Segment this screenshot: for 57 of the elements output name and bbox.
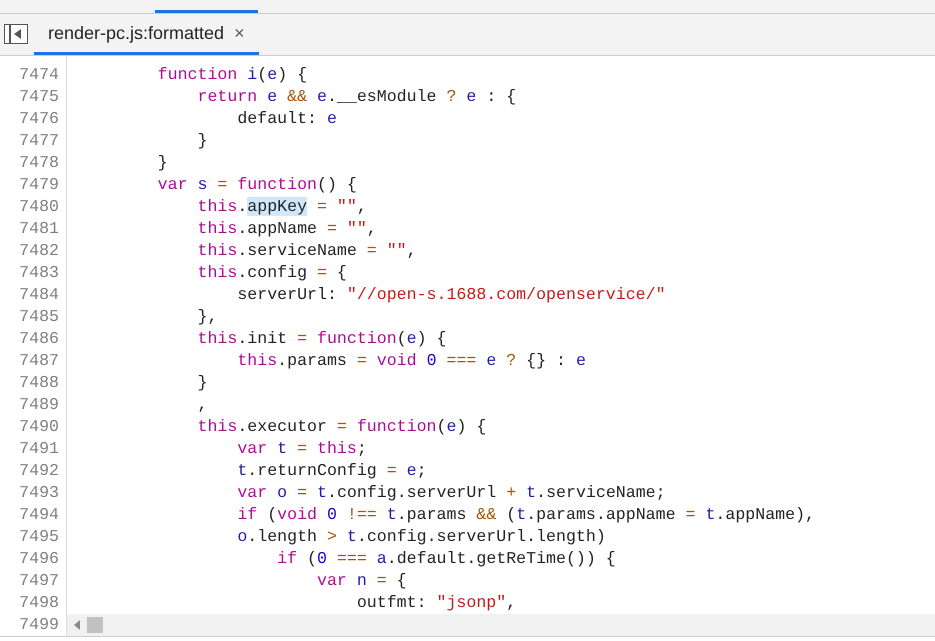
- code-line: function i(e) {: [156, 65, 308, 84]
- line-number: 7497: [18, 570, 60, 592]
- line-number: 7489: [18, 394, 60, 416]
- code-line: this.appKey = "",: [196, 197, 367, 216]
- code-line: default: e: [236, 109, 337, 128]
- code-line: },: [196, 307, 218, 326]
- sidebar-toggle-icon[interactable]: [4, 24, 28, 44]
- code-line: this.init = function(e) {: [196, 329, 446, 348]
- line-number: 7482: [18, 240, 60, 262]
- line-number: 7498: [18, 592, 60, 614]
- line-number: 7492: [18, 460, 60, 482]
- line-number: 7474: [18, 64, 60, 86]
- code-line: this.appName = "",: [196, 219, 377, 238]
- code-line: if (0 === a.default.getReTime()) {: [276, 549, 616, 568]
- code-line: outfmt: "jsonp",: [356, 593, 516, 612]
- code-line: this.config = {: [196, 263, 347, 282]
- line-number: 7495: [18, 526, 60, 548]
- code-line: this.params = void 0 === e ? {} : e: [236, 351, 586, 370]
- line-number: 7481: [18, 218, 60, 240]
- line-number: 7476: [18, 108, 60, 130]
- line-number: 7480: [18, 196, 60, 218]
- code-line: }: [196, 373, 208, 392]
- close-button[interactable]: ×: [234, 22, 245, 44]
- line-number: 7487: [18, 350, 60, 372]
- code-line: var n = {: [316, 571, 407, 590]
- line-number: 7494: [18, 504, 60, 526]
- line-number: 7479: [18, 174, 60, 196]
- line-number: 7475: [18, 86, 60, 108]
- line-number: 7493: [18, 482, 60, 504]
- line-number: 7485: [18, 306, 60, 328]
- horizontal-scrollbar[interactable]: [67, 614, 935, 636]
- tab-label: render-pc.js:formatted: [48, 22, 224, 44]
- code-line: serverUrl: "//open-s.1688.com/openservice/": [236, 285, 666, 304]
- code-line: var s = function() {: [156, 175, 357, 194]
- line-number: 7491: [18, 438, 60, 460]
- line-number: 7490: [18, 416, 60, 438]
- code-line: var o = t.config.serverUrl + t.serviceName;: [236, 483, 666, 502]
- line-number: 7488: [18, 372, 60, 394]
- line-number: 7477: [18, 130, 60, 152]
- code-line: var t = this;: [236, 439, 367, 458]
- line-number: 7483: [18, 262, 60, 284]
- code-line: ,: [196, 395, 208, 414]
- line-number: 7484: [18, 284, 60, 306]
- line-number: 7499: [18, 614, 60, 636]
- code-line: return e && e.__esModule ? e : {: [196, 87, 516, 106]
- code-line: }: [196, 131, 208, 150]
- line-number: 7486: [18, 328, 60, 350]
- code-line: }: [156, 153, 168, 172]
- scrollbar-thumb[interactable]: [87, 617, 103, 633]
- code-line: if (void 0 !== t.params && (t.params.appName = t.appName),: [236, 505, 815, 524]
- code-line: this.executor = function(e) {: [196, 417, 486, 436]
- code-line: t.returnConfig = e;: [236, 461, 427, 480]
- code-line: this.serviceName = "",: [196, 241, 417, 260]
- line-number: 7478: [18, 152, 60, 174]
- scroll-left-icon[interactable]: [73, 620, 81, 630]
- line-number: 7496: [18, 548, 60, 570]
- code-line: o.length > t.config.serverUrl.length): [236, 527, 606, 546]
